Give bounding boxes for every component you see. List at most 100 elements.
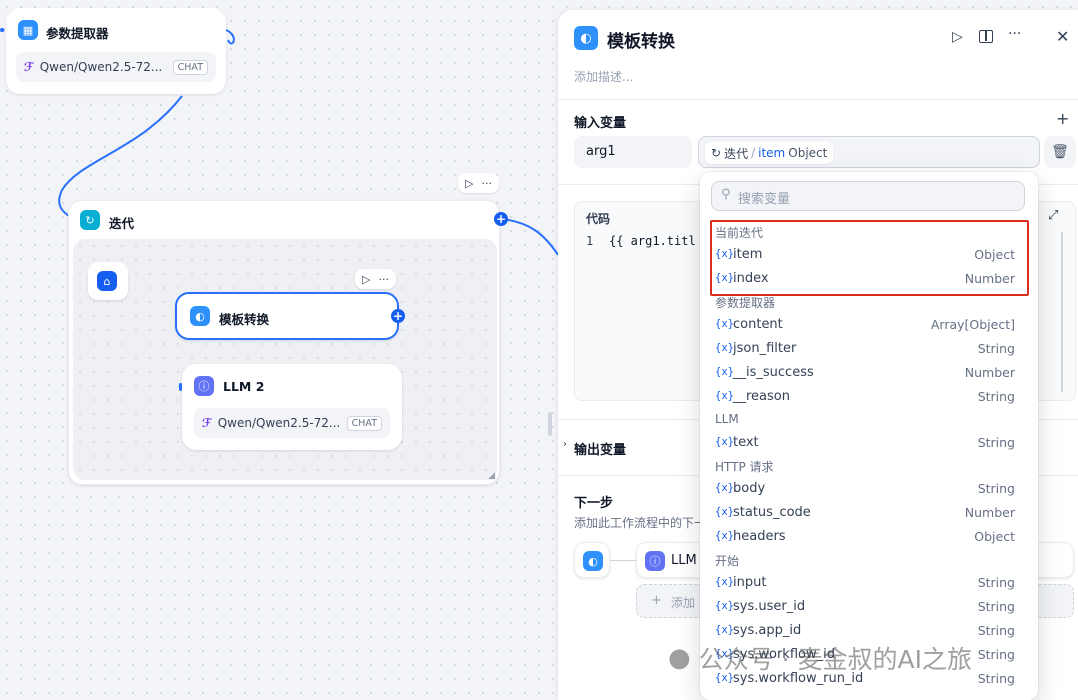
var-selector-tag: ↻ 迭代 / item Object	[705, 142, 834, 164]
divider	[558, 99, 1078, 100]
variable-name: body	[733, 480, 766, 496]
resize-handle-icon[interactable]: ◢	[488, 471, 495, 481]
code-text[interactable]: {{ arg1.titl	[609, 234, 696, 248]
variable-option[interactable]: {x} headers Object	[715, 526, 1015, 546]
variable-option[interactable]: {x} item Object	[715, 244, 1015, 264]
chevron-right-icon[interactable]: ›	[563, 439, 567, 450]
panel-title[interactable]: 模板转换	[607, 27, 675, 52]
next-step-label: 下一步	[574, 496, 614, 511]
variable-option[interactable]: {x} body String	[715, 478, 1015, 498]
delete-var-button[interactable]: 🗑	[1044, 136, 1076, 168]
template-add-handle[interactable]: +	[391, 309, 405, 323]
template-node[interactable]: ◐ 模板转换	[175, 292, 399, 340]
output-vars-label[interactable]: 输出变量	[574, 439, 626, 458]
code-scrollbar[interactable]	[1061, 232, 1063, 392]
template-icon: ◐	[190, 306, 210, 326]
variable-type: Number	[964, 270, 1015, 286]
param-extractor-node[interactable]: ▦ 参数提取器 ℱ Qwen/Qwen2.5-72... CHAT	[6, 8, 226, 94]
more-icon[interactable]: ···	[378, 273, 389, 286]
current-node-chip: ◐	[574, 542, 610, 578]
run-icon[interactable]: ▷	[952, 29, 963, 45]
iteration-title: 迭代	[109, 216, 135, 231]
watermark: ● 公众号 · 麦金叔的AI之旅	[668, 643, 973, 674]
param-extractor-title: 参数提取器	[46, 26, 109, 41]
split-view-icon[interactable]	[979, 30, 993, 43]
expand-icon[interactable]: ⤢	[1048, 208, 1058, 223]
run-icon[interactable]: ▷	[465, 177, 473, 190]
variable-name: index	[733, 270, 769, 286]
var-selector[interactable]: ↻ 迭代 / item Object	[698, 136, 1040, 168]
wechat-icon: ●	[668, 643, 691, 673]
variable-option[interactable]: {x} text String	[715, 432, 1015, 452]
variable-name: text	[733, 434, 759, 450]
variable-option[interactable]: {x} input String	[715, 572, 1015, 592]
variable-name: headers	[733, 528, 786, 544]
variable-group-title: 开始	[715, 554, 740, 568]
variable-group-title: 当前迭代	[715, 226, 764, 240]
template-icon: ◐	[583, 551, 603, 571]
variable-icon: {x}	[715, 318, 734, 330]
variable-type: String	[977, 434, 1015, 450]
variable-type: String	[977, 598, 1015, 614]
arg-name-input[interactable]: arg1	[574, 136, 692, 168]
variable-icon: {x}	[715, 436, 734, 448]
variable-option[interactable]: {x} __is_success Number	[715, 362, 1015, 382]
llm-icon: ⓘ	[645, 551, 665, 571]
plus-icon: +	[651, 593, 662, 608]
variable-option[interactable]: {x} status_code Number	[715, 502, 1015, 522]
variable-group-title: HTTP 请求	[715, 460, 774, 474]
llm2-node[interactable]: ⓘ LLM 2 ℱ Qwen/Qwen2.5-72... CHAT	[182, 364, 402, 450]
next-connector	[610, 560, 636, 561]
param-extractor-model[interactable]: ℱ Qwen/Qwen2.5-72... CHAT	[16, 52, 216, 82]
next-step-desc: 添加此工作流程中的下一	[574, 516, 707, 530]
panel-resize-grip[interactable]	[548, 412, 552, 436]
model-provider-icon: ℱ	[24, 60, 34, 74]
llm2-title: LLM 2	[223, 379, 265, 394]
variable-option[interactable]: {x} json_filter String	[715, 338, 1015, 358]
variable-group-title: LLM	[715, 412, 739, 426]
iteration-toolbar: ▷ ···	[458, 173, 499, 193]
variable-option[interactable]: {x} sys.app_id String	[715, 620, 1015, 640]
trash-icon: 🗑	[1051, 144, 1069, 160]
search-input[interactable]: ⚲ 搜索变量	[711, 181, 1025, 211]
variable-type: String	[977, 646, 1015, 662]
home-icon: ⌂	[97, 271, 117, 291]
variable-icon: {x}	[715, 506, 734, 518]
model-provider-icon: ℱ	[202, 416, 212, 430]
variable-icon: {x}	[715, 272, 734, 284]
variable-option[interactable]: {x} __reason String	[715, 386, 1015, 406]
variable-type: String	[977, 622, 1015, 638]
template-icon: ◐	[574, 26, 598, 50]
variable-name: sys.app_id	[733, 622, 802, 638]
chat-tag: CHAT	[172, 59, 208, 75]
variable-type: String	[977, 480, 1015, 496]
model-name: Qwen/Qwen2.5-72...	[39, 60, 163, 74]
code-line-number: 1	[586, 234, 594, 248]
iteration-start-node[interactable]: ⌂	[88, 262, 128, 300]
variable-option[interactable]: {x} sys.user_id String	[715, 596, 1015, 616]
variable-type: Object	[974, 246, 1015, 262]
description-input[interactable]: 添加描述...	[574, 68, 633, 85]
variable-name: __reason	[733, 388, 790, 404]
more-icon[interactable]: ···	[481, 177, 492, 190]
variable-type: Number	[964, 364, 1015, 380]
iteration-mini-icon: ↻	[711, 146, 722, 160]
variable-type: Number	[964, 504, 1015, 520]
more-icon[interactable]: ···	[1008, 26, 1021, 42]
iteration-add-handle[interactable]: +	[494, 212, 508, 226]
search-icon: ⚲	[721, 187, 731, 202]
variable-name: sys.user_id	[733, 598, 806, 614]
run-icon[interactable]: ▷	[362, 273, 370, 286]
variable-option[interactable]: {x} content Array[Object]	[715, 314, 1015, 334]
variable-icon: {x}	[715, 624, 734, 636]
variable-option[interactable]: {x} index Number	[715, 268, 1015, 288]
llm2-model[interactable]: ℱ Qwen/Qwen2.5-72... CHAT	[194, 408, 390, 438]
variable-icon: {x}	[715, 576, 734, 588]
variable-type: String	[977, 670, 1015, 686]
add-input-var-icon[interactable]: +	[1056, 109, 1069, 128]
close-icon[interactable]: ✕	[1056, 27, 1069, 46]
variable-type: String	[977, 340, 1015, 356]
code-label: 代码	[586, 212, 611, 226]
variable-type: String	[977, 388, 1015, 404]
variable-dropdown: ⚲ 搜索变量 当前迭代 {x} item Object {x} index Number 参数…	[700, 172, 1038, 700]
